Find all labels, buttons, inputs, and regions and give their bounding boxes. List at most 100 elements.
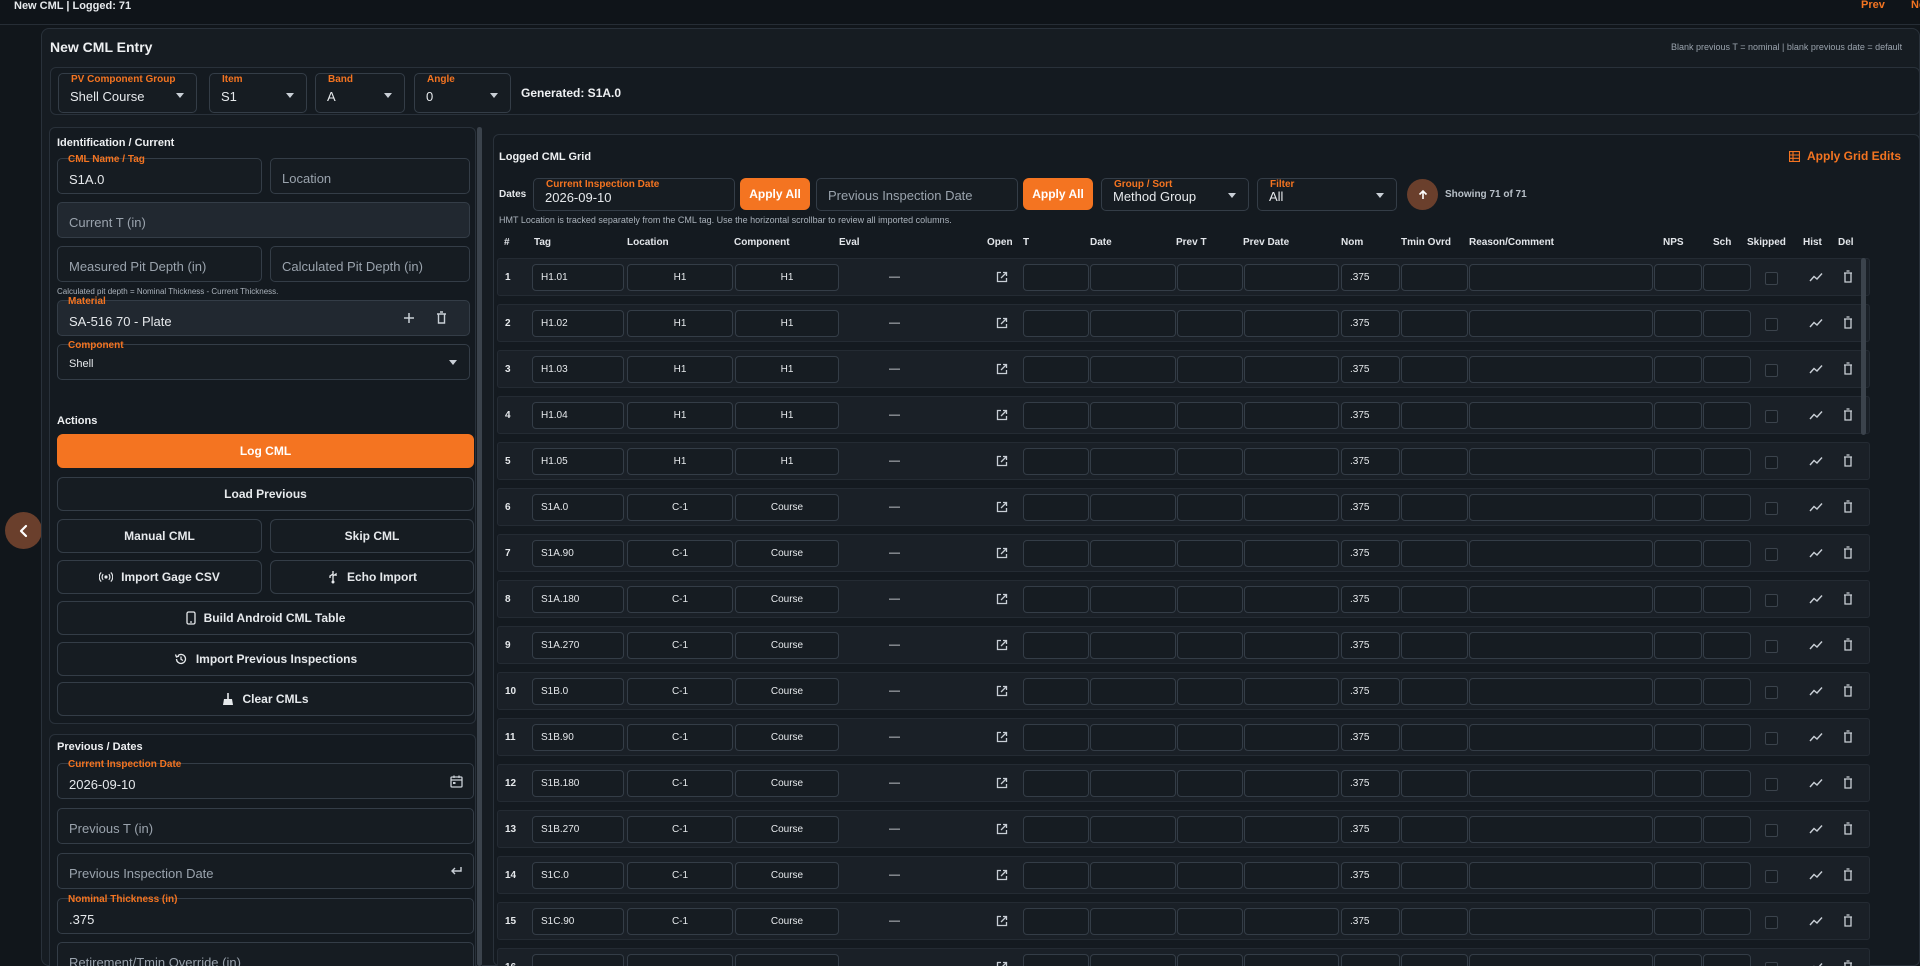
date-input[interactable] (1090, 954, 1176, 966)
tag-input[interactable]: S1C.90 (532, 908, 624, 935)
sch-input[interactable] (1703, 310, 1751, 337)
open-external-icon[interactable] (996, 409, 1008, 421)
nom-input[interactable]: .375 (1341, 862, 1400, 889)
prev-t-input[interactable] (1177, 862, 1243, 889)
undo-icon[interactable] (449, 865, 463, 877)
sch-input[interactable] (1703, 632, 1751, 659)
retirement-tmin-override-field[interactable]: Retirement/Tmin Override (in) (57, 942, 474, 966)
plus-icon[interactable] (403, 312, 415, 324)
prev-t-input[interactable] (1177, 448, 1243, 475)
t-input[interactable] (1023, 586, 1089, 613)
import-gage-csv-button[interactable]: Import Gage CSV (57, 560, 262, 594)
open-external-icon[interactable] (996, 501, 1008, 513)
nps-input[interactable] (1654, 862, 1702, 889)
trend-chart-icon[interactable] (1809, 962, 1823, 966)
tag-input[interactable]: H1.01 (532, 264, 624, 291)
sch-input[interactable] (1703, 724, 1751, 751)
open-external-icon[interactable] (996, 685, 1008, 697)
prev-link[interactable]: Prev (1861, 0, 1885, 11)
trash-icon[interactable] (1843, 638, 1853, 651)
tmin-ovrd-input[interactable] (1401, 954, 1468, 966)
t-input[interactable] (1023, 448, 1089, 475)
prev-date-input[interactable] (1244, 954, 1339, 966)
trash-icon[interactable] (1843, 270, 1853, 283)
nps-input[interactable] (1654, 310, 1702, 337)
prev-t-input[interactable] (1177, 356, 1243, 383)
trend-chart-icon[interactable] (1809, 548, 1823, 558)
t-input[interactable] (1023, 724, 1089, 751)
item-select[interactable]: Item S1 (209, 73, 307, 113)
sch-input[interactable] (1703, 816, 1751, 843)
tmin-ovrd-input[interactable] (1401, 632, 1468, 659)
date-input[interactable] (1090, 402, 1176, 429)
tag-input[interactable]: S1B.0 (532, 678, 624, 705)
date-input[interactable] (1090, 678, 1176, 705)
tag-input[interactable]: S1A.0 (532, 494, 624, 521)
tmin-ovrd-input[interactable] (1401, 264, 1468, 291)
nom-input[interactable]: .375 (1341, 724, 1400, 751)
trash-icon[interactable] (1843, 546, 1853, 559)
t-input[interactable] (1023, 770, 1089, 797)
trash-icon[interactable] (1843, 684, 1853, 697)
component-input[interactable]: H1 (735, 264, 839, 291)
open-external-icon[interactable] (996, 823, 1008, 835)
date-input[interactable] (1090, 862, 1176, 889)
col-prev-t[interactable]: Prev T (1176, 237, 1207, 248)
apply-all-previous-date-button[interactable]: Apply All (1023, 178, 1093, 210)
angle-select[interactable]: Angle 0 (414, 73, 511, 113)
sch-input[interactable] (1703, 540, 1751, 567)
reason-comment-input[interactable] (1469, 540, 1653, 567)
left-column-scrollbar[interactable] (477, 127, 482, 966)
open-external-icon[interactable] (996, 869, 1008, 881)
trend-chart-icon[interactable] (1809, 732, 1823, 742)
location-input[interactable]: C-1 (627, 816, 733, 843)
trend-chart-icon[interactable] (1809, 686, 1823, 696)
date-input[interactable] (1090, 310, 1176, 337)
nom-input[interactable]: .375 (1341, 402, 1400, 429)
reason-comment-input[interactable] (1469, 356, 1653, 383)
clear-cmls-button[interactable]: Clear CMLs (57, 682, 474, 716)
sch-input[interactable] (1703, 494, 1751, 521)
component-input[interactable] (735, 954, 839, 966)
t-input[interactable] (1023, 862, 1089, 889)
reason-comment-input[interactable] (1469, 862, 1653, 889)
reason-comment-input[interactable] (1469, 954, 1653, 966)
date-input[interactable] (1090, 494, 1176, 521)
calendar-icon[interactable] (450, 775, 463, 788)
component-input[interactable]: H1 (735, 402, 839, 429)
nps-input[interactable] (1654, 678, 1702, 705)
component-input[interactable]: Course (735, 770, 839, 797)
trash-icon[interactable] (1843, 960, 1853, 966)
filter-select[interactable]: Filter All (1257, 178, 1397, 211)
nps-input[interactable] (1654, 908, 1702, 935)
prev-t-input[interactable] (1177, 954, 1243, 966)
location-input[interactable]: C-1 (627, 494, 733, 521)
nps-input[interactable] (1654, 632, 1702, 659)
open-external-icon[interactable] (996, 915, 1008, 927)
skipped-checkbox[interactable] (1765, 962, 1778, 966)
skipped-checkbox[interactable] (1765, 318, 1778, 331)
current-t-field[interactable]: Current T (in) (57, 202, 470, 238)
tag-input[interactable]: H1.04 (532, 402, 624, 429)
load-previous-button[interactable]: Load Previous (57, 477, 474, 511)
log-cml-button[interactable]: Log CML (57, 434, 474, 468)
col-location[interactable]: Location (627, 237, 669, 248)
trend-chart-icon[interactable] (1809, 640, 1823, 650)
date-input[interactable] (1090, 356, 1176, 383)
prev-date-input[interactable] (1244, 540, 1339, 567)
col-nom[interactable]: Nom (1341, 237, 1363, 248)
tag-input[interactable]: S1C.0 (532, 862, 624, 889)
component-input[interactable]: Course (735, 586, 839, 613)
tmin-ovrd-input[interactable] (1401, 540, 1468, 567)
t-input[interactable] (1023, 402, 1089, 429)
trend-chart-icon[interactable] (1809, 272, 1823, 282)
tmin-ovrd-input[interactable] (1401, 402, 1468, 429)
component-input[interactable]: Course (735, 678, 839, 705)
skipped-checkbox[interactable] (1765, 916, 1778, 929)
skipped-checkbox[interactable] (1765, 732, 1778, 745)
skipped-checkbox[interactable] (1765, 548, 1778, 561)
location-input[interactable]: C-1 (627, 770, 733, 797)
t-input[interactable] (1023, 632, 1089, 659)
trash-icon[interactable] (1843, 914, 1853, 927)
t-input[interactable] (1023, 678, 1089, 705)
